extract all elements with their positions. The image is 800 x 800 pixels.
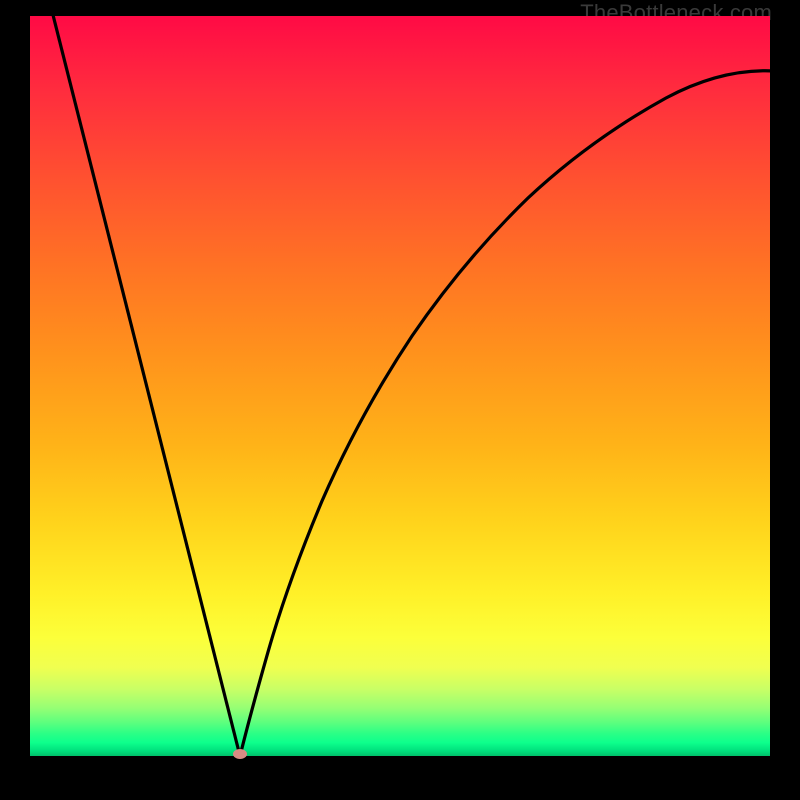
curve-left-branch [52, 11, 240, 756]
curve-right-branch [240, 71, 775, 756]
chart-stage: TheBottleneck.com [0, 0, 800, 800]
plot-area [30, 16, 770, 756]
curve-layer [30, 16, 770, 756]
minimum-marker [233, 749, 247, 759]
